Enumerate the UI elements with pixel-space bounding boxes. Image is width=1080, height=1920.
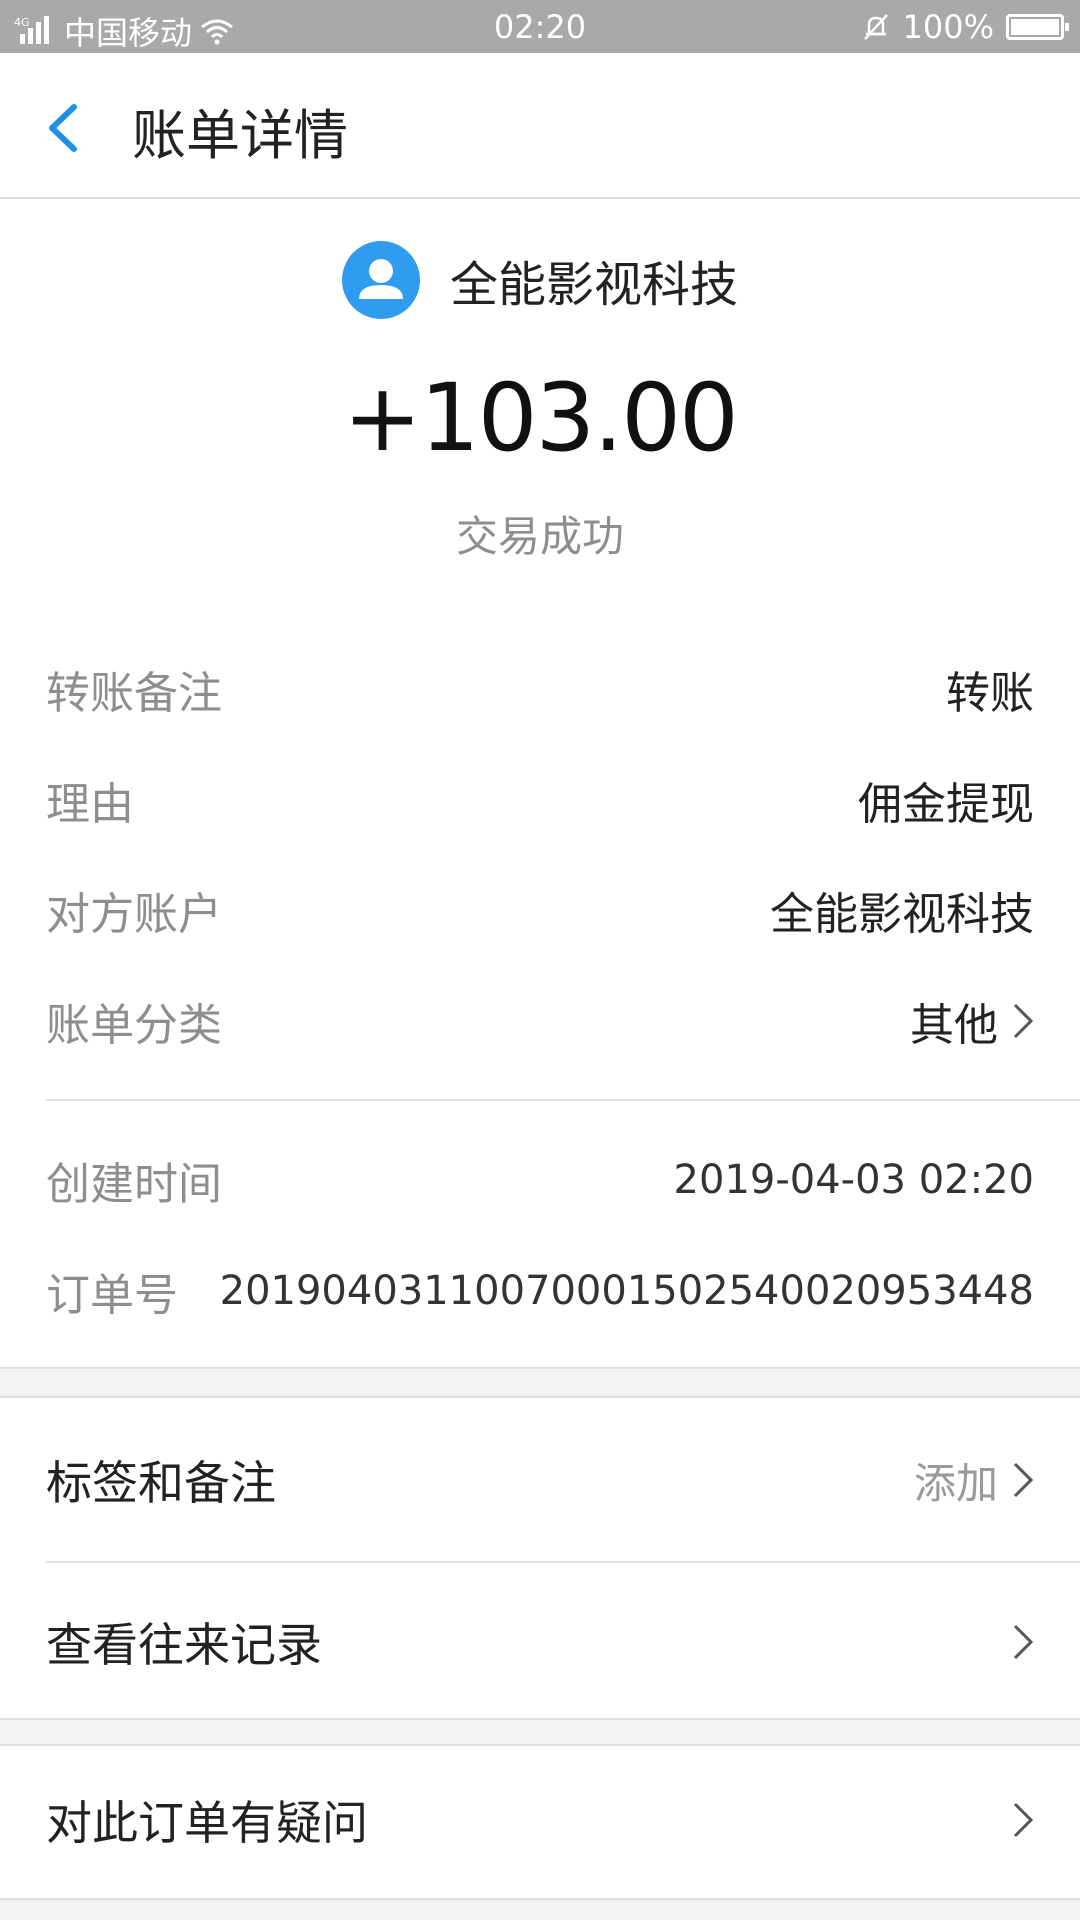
tags-label: 标签和备注 (46, 1456, 276, 1510)
detail-label: 账单分类 (46, 1000, 222, 1051)
transaction-amount: +103.00 (343, 364, 739, 473)
view-history-row[interactable]: 查看往来记录 (46, 1602, 1034, 1682)
back-arrow-icon[interactable] (42, 101, 82, 155)
detail-row-remark: 转账备注 转账 (46, 654, 1034, 724)
detail-value: 全能影视科技 (770, 889, 1034, 940)
detail-label: 对方账户 (46, 889, 222, 940)
tags-add: 添加 (914, 1450, 1034, 1511)
divider (46, 1561, 1080, 1563)
chevron-right-icon (1013, 1624, 1034, 1660)
detail-row-order-number: 订单号 20190403110070001502540020953448 (46, 1256, 1034, 1326)
question-section: 对此订单有疑问 (0, 1744, 1080, 1900)
actions-section: 标签和备注 添加 查看往来记录 (0, 1396, 1080, 1720)
detail-value: 转账 (946, 668, 1034, 719)
chevron-right-icon (1013, 1802, 1034, 1838)
page-title: 账单详情 (132, 104, 348, 167)
detail-row-reason: 理由 佣金提现 (46, 765, 1034, 835)
detail-label: 转账备注 (46, 668, 222, 719)
detail-label: 创建时间 (46, 1159, 222, 1210)
category-value: 其他 (910, 989, 1034, 1053)
battery-icon (1006, 14, 1069, 40)
nav-bar: 账单详情 (0, 53, 1080, 199)
detail-label: 订单号 (46, 1270, 178, 1321)
detail-row-category[interactable]: 账单分类 其他 (46, 986, 1034, 1056)
detail-value: 佣金提现 (858, 779, 1034, 830)
status-bar: 4G 中国移动 02:20 100% (0, 0, 1080, 53)
tags-and-notes-row[interactable]: 标签和备注 添加 (46, 1440, 1034, 1520)
add-text: 添加 (913, 1458, 998, 1508)
chevron-right-icon (1013, 1003, 1034, 1039)
order-question-row[interactable]: 对此订单有疑问 (46, 1780, 1034, 1860)
detail-row-created-time: 创建时间 2019-04-03 02:20 (46, 1145, 1034, 1215)
user-avatar-icon (341, 241, 420, 319)
transaction-status: 交易成功 (455, 512, 624, 561)
divider (46, 1099, 1080, 1101)
detail-row-account: 对方账户 全能影视科技 (46, 875, 1034, 945)
order-number-value: 20190403110070001502540020953448 (219, 1268, 1034, 1314)
battery-percent: 100% (902, 8, 994, 46)
payee-name: 全能影视科技 (449, 257, 738, 313)
category-text: 其他 (910, 1000, 998, 1051)
question-label: 对此订单有疑问 (46, 1796, 368, 1850)
detail-label: 理由 (46, 779, 134, 830)
status-right: 100% (861, 8, 1069, 46)
created-time-value: 2019-04-03 02:20 (673, 1157, 1034, 1203)
chevron-right-icon (1013, 1462, 1034, 1498)
history-label: 查看往来记录 (46, 1618, 322, 1672)
payee-header: 全能影视科技 (0, 241, 1080, 319)
mute-bell-icon (863, 14, 888, 40)
bill-detail-card: 全能影视科技 +103.00 交易成功 转账备注 转账 理由 佣金提现 对方账户… (0, 199, 1080, 1369)
